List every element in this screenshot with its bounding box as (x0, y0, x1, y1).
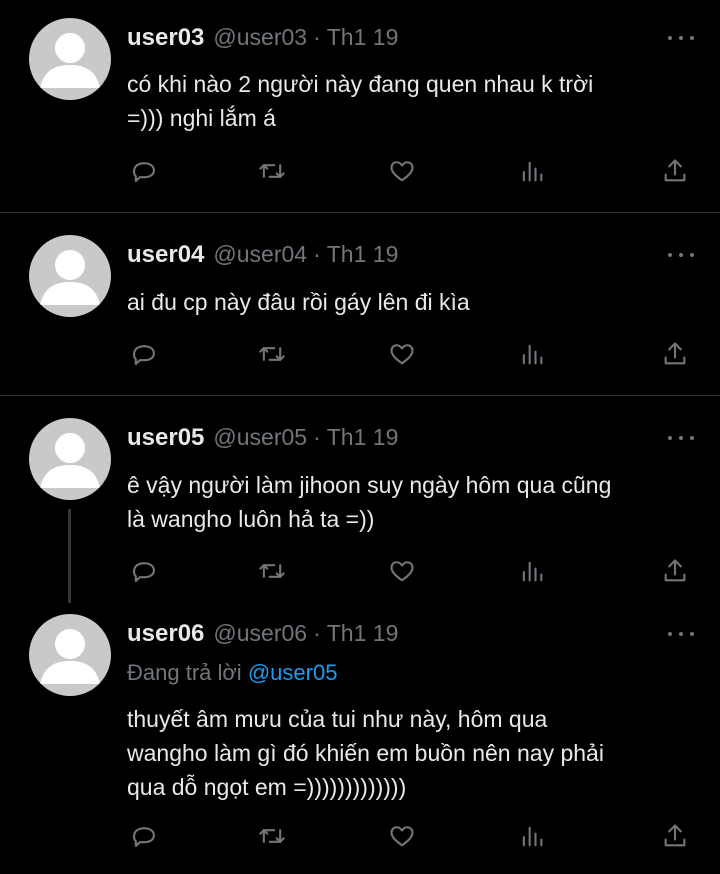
bar-chart-icon (522, 344, 543, 365)
tweet-date[interactable]: Th1 19 (327, 241, 399, 268)
retweet-button[interactable] (255, 554, 289, 588)
bar-chart-icon (522, 161, 543, 182)
default-avatar-icon (40, 629, 100, 684)
reply-button[interactable] (127, 819, 161, 853)
retweet-icon (259, 347, 285, 361)
views-button[interactable] (515, 337, 549, 371)
share-button[interactable] (658, 154, 692, 188)
tweet-actions (0, 554, 720, 588)
separator-dot: · (313, 241, 321, 267)
reply-button[interactable] (127, 337, 161, 371)
more-dots-icon[interactable] (668, 624, 694, 644)
tweet-actions (0, 154, 720, 188)
user-handle[interactable]: @user04 (213, 241, 307, 268)
avatar[interactable] (29, 614, 111, 696)
user-handle[interactable]: @user05 (213, 424, 307, 451)
tweet-text-line: có khi nào 2 người này đang quen nhau k … (127, 71, 594, 97)
heart-icon (390, 344, 414, 365)
separator-dot: · (313, 620, 321, 646)
reply-button[interactable] (127, 554, 161, 588)
default-avatar-icon (40, 250, 100, 305)
like-button[interactable] (385, 554, 419, 588)
retweet-icon (259, 564, 285, 578)
replying-to-label: Đang trả lời (127, 660, 242, 685)
tweet-text-line: ai đu cp này đâu rồi gáy lên đi kìa (127, 289, 470, 315)
retweet-button[interactable] (255, 337, 289, 371)
speech-bubble-icon (133, 562, 155, 582)
share-button[interactable] (658, 554, 692, 588)
tweet-text: ai đu cp này đâu rồi gáy lên đi kìa (127, 285, 697, 319)
default-avatar-icon (40, 33, 100, 88)
tweet-text: ê vậy người làm jihoon suy ngày hôm qua … (127, 468, 697, 536)
display-name[interactable]: user05 (127, 424, 204, 452)
tweet[interactable]: user04 @user04 · Th1 19 ai đu cp này đâu… (0, 213, 720, 395)
tweet-text-line: wangho làm gì đó khiến em buồn nên nay p… (127, 740, 604, 766)
avatar[interactable] (29, 18, 111, 100)
share-upload-icon (664, 824, 686, 847)
tweet[interactable]: user03 @user03 · Th1 19 có khi nào 2 ngư… (0, 0, 720, 212)
like-button[interactable] (385, 819, 419, 853)
tweet-text: có khi nào 2 người này đang quen nhau k … (127, 67, 697, 135)
more-dots-icon[interactable] (668, 245, 694, 265)
views-button[interactable] (515, 154, 549, 188)
heart-icon (390, 161, 414, 182)
bar-chart-icon (522, 561, 543, 582)
reply-button[interactable] (127, 154, 161, 188)
more-dots-icon[interactable] (668, 28, 694, 48)
tweet-text: thuyết âm mưu của tui như này, hôm qua w… (127, 702, 697, 804)
display-name[interactable]: user04 (127, 241, 204, 269)
more-dots-icon[interactable] (668, 428, 694, 448)
heart-icon (390, 561, 414, 582)
tweet-text-line: qua dỗ ngọt em =))))))))))))) (127, 774, 407, 800)
views-button[interactable] (515, 819, 549, 853)
share-upload-icon (664, 559, 686, 582)
avatar[interactable] (29, 235, 111, 317)
tweet[interactable]: user05 @user05 · Th1 19 ê vậy người làm … (0, 396, 720, 610)
separator-dot: · (313, 24, 321, 50)
tweet[interactable]: user06 @user06 · Th1 19 Đang trả lời @us… (0, 610, 720, 874)
bar-chart-icon (522, 826, 543, 847)
speech-bubble-icon (133, 345, 155, 365)
tweet-text-line: =))) nghi lắm á (127, 105, 276, 131)
views-button[interactable] (515, 554, 549, 588)
user-handle[interactable]: @user06 (213, 620, 307, 647)
separator-dot: · (313, 424, 321, 450)
default-avatar-icon (40, 433, 100, 488)
share-button[interactable] (658, 819, 692, 853)
retweet-button[interactable] (255, 819, 289, 853)
avatar[interactable] (29, 418, 111, 500)
like-button[interactable] (385, 154, 419, 188)
replying-to: Đang trả lời @user05 (127, 660, 337, 686)
tweet-actions (0, 819, 720, 853)
like-button[interactable] (385, 337, 419, 371)
tweet-date[interactable]: Th1 19 (327, 620, 399, 647)
tweet-date[interactable]: Th1 19 (327, 424, 399, 451)
share-upload-icon (664, 159, 686, 182)
display-name[interactable]: user03 (127, 24, 204, 52)
share-upload-icon (664, 342, 686, 365)
retweet-icon (259, 829, 285, 843)
tweet-text-line: là wangho luôn hả ta =)) (127, 506, 375, 532)
display-name[interactable]: user06 (127, 620, 204, 648)
tweet-date[interactable]: Th1 19 (327, 24, 399, 51)
share-button[interactable] (658, 337, 692, 371)
tweet-text-line: thuyết âm mưu của tui như này, hôm qua (127, 706, 548, 732)
retweet-icon (259, 164, 285, 178)
retweet-button[interactable] (255, 154, 289, 188)
speech-bubble-icon (133, 827, 155, 847)
heart-icon (390, 826, 414, 847)
mention-link[interactable]: @user05 (248, 660, 338, 685)
user-handle[interactable]: @user03 (213, 24, 307, 51)
speech-bubble-icon (133, 162, 155, 182)
tweet-text-line: ê vậy người làm jihoon suy ngày hôm qua … (127, 472, 612, 498)
tweet-actions (0, 337, 720, 371)
